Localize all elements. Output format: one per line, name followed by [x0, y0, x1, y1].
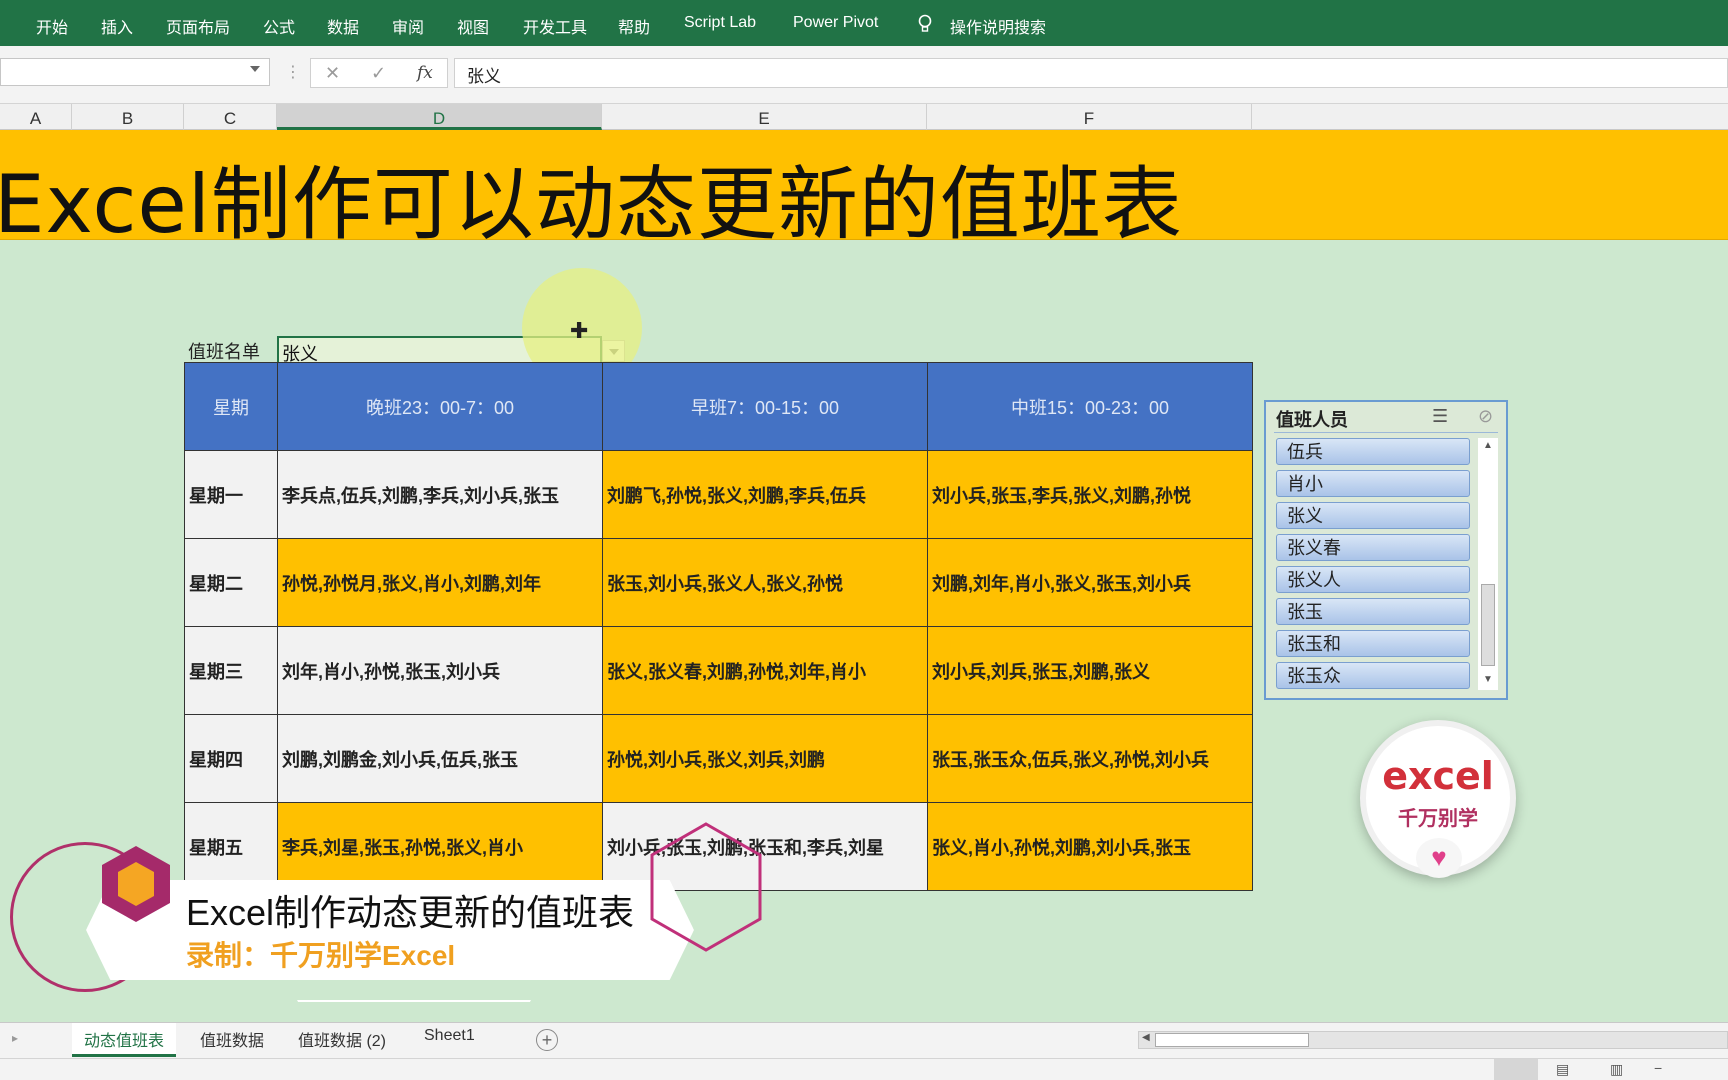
tell-me-search[interactable]: 操作说明搜索 [950, 14, 1046, 38]
header-night-shift: 晚班23：00-7：00 [277, 362, 603, 451]
insert-function-icon[interactable]: fx [417, 63, 433, 83]
hexagon-icon [102, 846, 170, 922]
shift-cell[interactable]: 刘小兵,张玉,李兵,张义,刘鹏,孙悦 [927, 450, 1253, 539]
lightbulb-icon [916, 14, 934, 39]
tab-data[interactable]: 数据 [327, 14, 359, 38]
sheet-tab[interactable]: 值班数据 (2) [298, 1027, 386, 1051]
formula-input[interactable]: 张义 [454, 58, 1728, 88]
scroll-left-icon[interactable]: ◀ [1142, 1032, 1150, 1043]
tab-page-layout[interactable]: 页面布局 [166, 14, 230, 38]
banner-title: Excel制作可以动态更新的值班表 [0, 158, 1183, 240]
cell-cursor-icon: ✚ [570, 318, 589, 343]
duty-list-label: 值班名单 [188, 342, 260, 362]
scroll-tabs-icon[interactable]: ▸ [12, 1031, 18, 1045]
hexagon-outline-icon [650, 822, 762, 952]
header-weekday: 星期 [184, 362, 278, 451]
column-header-e[interactable]: E [602, 104, 927, 130]
add-sheet-icon[interactable]: + [536, 1029, 558, 1051]
page-layout-view-icon[interactable]: ▤ [1556, 1061, 1569, 1078]
chevron-down-icon[interactable] [250, 66, 260, 72]
weekday-cell[interactable]: 星期一 [184, 450, 278, 539]
slicer-item[interactable]: 张义 [1276, 502, 1470, 529]
formula-buttons: ✕ ✓ fx [310, 58, 448, 88]
sheet-tab[interactable]: Sheet1 [424, 1027, 475, 1045]
status-bar: ▤ ▥ − [0, 1058, 1728, 1080]
more-icon: ⋮ [285, 64, 301, 81]
shift-cell[interactable]: 张义,肖小,孙悦,刘鹏,刘小兵,张玉 [927, 802, 1253, 891]
weekday-cell[interactable]: 星期五 [184, 802, 278, 891]
tab-home[interactable]: 开始 [36, 14, 68, 38]
tab-insert[interactable]: 插入 [101, 14, 133, 38]
tab-review[interactable]: 审阅 [392, 14, 424, 38]
shift-cell[interactable]: 孙悦,孙悦月,张义,肖小,刘鹏,刘年 [277, 538, 603, 627]
scrollbar-thumb[interactable] [1155, 1033, 1309, 1047]
shift-cell[interactable]: 张玉,张玉众,伍兵,张义,孙悦,刘小兵 [927, 714, 1253, 803]
column-header-f[interactable]: F [927, 104, 1252, 130]
logo-subtext: 千万别学 [1398, 808, 1478, 830]
slicer-item[interactable]: 张玉和 [1276, 630, 1470, 657]
slicer-item[interactable]: 肖小 [1276, 470, 1470, 497]
shift-cell[interactable]: 李兵点,伍兵,刘鹏,李兵,刘小兵,张玉 [277, 450, 603, 539]
slicer-item[interactable]: 伍兵 [1276, 438, 1470, 465]
weekday-cell[interactable]: 星期二 [184, 538, 278, 627]
slicer-item[interactable]: 张义人 [1276, 566, 1470, 593]
column-header-b[interactable]: B [72, 104, 184, 130]
shift-cell[interactable]: 刘鹏,刘年,肖小,张义,张玉,刘小兵 [927, 538, 1253, 627]
weekday-cell[interactable]: 星期四 [184, 714, 278, 803]
slicer: 值班人员 ☰ ⊘ 伍兵 肖小 张义 张义春 张义人 张玉 张玉和 张玉众 ▲ ▼ [1264, 400, 1508, 700]
header-morning-shift: 早班7：00-15：00 [602, 362, 928, 451]
shift-cell[interactable]: 张玉,刘小兵,张义人,张义,孙悦 [602, 538, 928, 627]
sheet-tab[interactable]: 动态值班表 [72, 1023, 177, 1057]
tab-power-pivot[interactable]: Power Pivot [793, 14, 878, 32]
slicer-item[interactable]: 张玉众 [1276, 662, 1470, 689]
tab-view[interactable]: 视图 [457, 14, 489, 38]
horizontal-scrollbar[interactable]: ◀ [1138, 1031, 1728, 1049]
tab-help[interactable]: 帮助 [618, 14, 650, 38]
slicer-title: 值班人员 [1276, 410, 1348, 430]
scroll-down-icon[interactable]: ▼ [1483, 674, 1493, 685]
slicer-scrollbar[interactable]: ▲ ▼ [1478, 438, 1498, 690]
weekday-cell[interactable]: 星期三 [184, 626, 278, 715]
zoom-out-icon[interactable]: − [1654, 1060, 1662, 1076]
header-middle-shift: 中班15：00-23：00 [927, 362, 1253, 451]
shift-cell[interactable]: 刘小兵,刘兵,张玉,刘鹏,张义 [927, 626, 1253, 715]
name-box[interactable] [0, 58, 270, 86]
shift-cell[interactable]: 张义,张义春,刘鹏,孙悦,刘年,肖小 [602, 626, 928, 715]
enter-icon[interactable]: ✓ [371, 63, 386, 84]
column-header-a[interactable]: A [0, 104, 72, 130]
shift-cell[interactable]: 刘鹏飞,孙悦,张义,刘鹏,李兵,伍兵 [602, 450, 928, 539]
slicer-item[interactable]: 张义春 [1276, 534, 1470, 561]
shift-cell[interactable]: 刘年,肖小,孙悦,张玉,刘小兵 [277, 626, 603, 715]
scrollbar-thumb[interactable] [1481, 584, 1495, 666]
tab-formulas[interactable]: 公式 [263, 14, 295, 38]
overlay-title: Excel制作动态更新的值班表 [186, 892, 635, 933]
sheet-tab-bar: ▸ 动态值班表 值班数据 值班数据 (2) Sheet1 + ◀ [0, 1022, 1728, 1058]
page-break-view-icon[interactable]: ▥ [1610, 1061, 1623, 1078]
cancel-icon[interactable]: ✕ [325, 63, 340, 84]
scroll-up-icon[interactable]: ▲ [1483, 440, 1493, 451]
normal-view-icon[interactable] [1494, 1059, 1538, 1080]
heart-icon: ♥ [1416, 838, 1462, 878]
tab-developer[interactable]: 开发工具 [523, 14, 587, 38]
column-headers: A B C D E F [0, 104, 1728, 130]
shift-cell[interactable]: 孙悦,刘小兵,张义,刘兵,刘鹏 [602, 714, 928, 803]
logo-text: excel [1382, 754, 1494, 798]
channel-logo: excel 千万别学 ♥ [1360, 720, 1516, 878]
ribbon-tabs: 开始 插入 页面布局 公式 数据 审阅 视图 开发工具 帮助 Script La… [0, 0, 1728, 46]
overlay-subtitle: 录制：千万别学Excel [186, 940, 456, 971]
sheet-tab[interactable]: 值班数据 [200, 1027, 264, 1051]
formula-bar: ⋮ ✕ ✓ fx 张义 [0, 46, 1728, 104]
clear-filter-icon[interactable]: ⊘ [1478, 406, 1493, 427]
shift-cell[interactable]: 李兵,刘星,张玉,孙悦,张义,肖小 [277, 802, 603, 891]
column-header-d[interactable]: D [277, 104, 602, 130]
slicer-item[interactable]: 张玉 [1276, 598, 1470, 625]
shift-cell[interactable]: 刘鹏,刘鹏金,刘小兵,伍兵,张玉 [277, 714, 603, 803]
tab-script-lab[interactable]: Script Lab [684, 14, 756, 32]
title-banner: Excel制作可以动态更新的值班表 [0, 130, 1728, 240]
multi-select-icon[interactable]: ☰ [1432, 406, 1448, 427]
column-header-c[interactable]: C [184, 104, 277, 130]
